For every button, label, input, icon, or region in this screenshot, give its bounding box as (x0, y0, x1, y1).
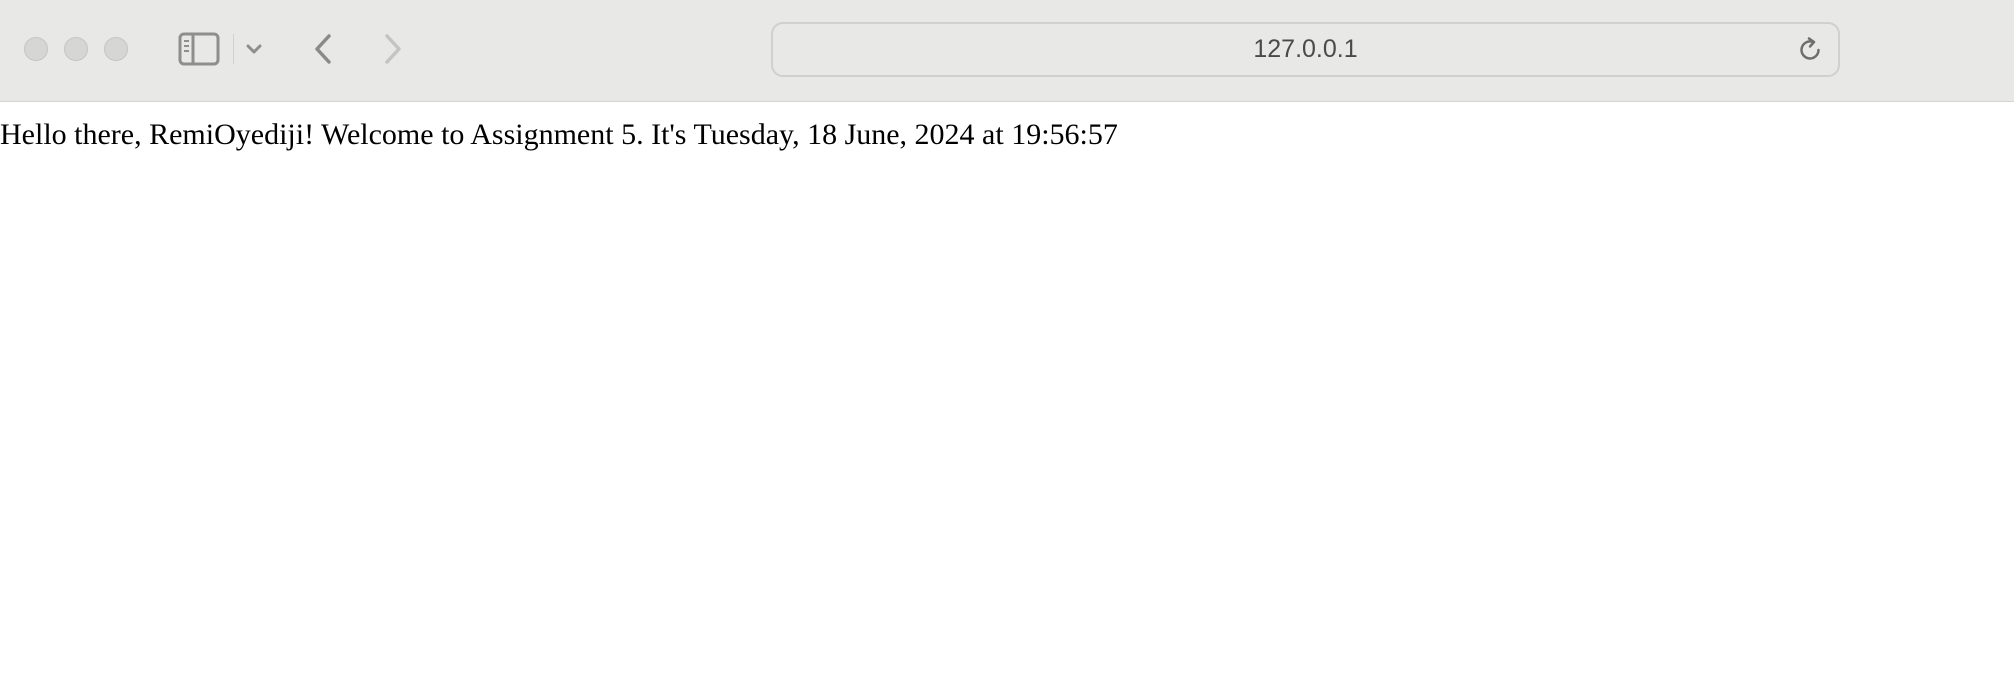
minimize-window-button[interactable] (64, 37, 88, 61)
sidebar-toggle-icon[interactable] (178, 32, 220, 66)
chevron-down-icon[interactable] (244, 38, 264, 60)
greeting-text: Hello there, RemiOyediji! Welcome to Ass… (0, 118, 1118, 151)
toolbar-divider (233, 34, 234, 64)
maximize-window-button[interactable] (104, 37, 128, 61)
browser-window: 127.0.0.1 Hello there, RemiOyediji! Welc… (0, 0, 2014, 674)
close-window-button[interactable] (24, 37, 48, 61)
page-content: Hello there, RemiOyediji! Welcome to Ass… (0, 103, 2014, 674)
address-text[interactable]: 127.0.0.1 (773, 24, 1838, 75)
browser-toolbar: 127.0.0.1 (0, 0, 2014, 102)
chevron-right-icon[interactable] (378, 30, 408, 68)
address-bar[interactable]: 127.0.0.1 (771, 22, 1840, 77)
chevron-left-icon[interactable] (308, 30, 338, 68)
reload-icon[interactable] (1796, 36, 1824, 64)
